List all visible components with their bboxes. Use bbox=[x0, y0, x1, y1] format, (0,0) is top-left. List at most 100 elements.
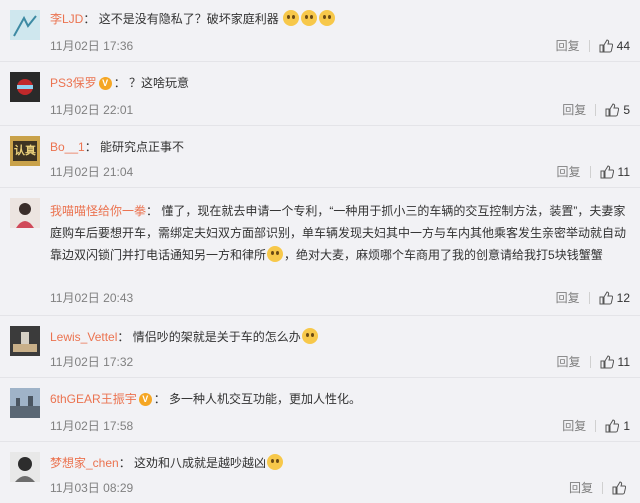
reply-button[interactable]: 回复 bbox=[556, 290, 580, 306]
like-count: 11 bbox=[617, 165, 630, 179]
comment-text: 情侣吵的架就是关于车的怎么办 bbox=[132, 330, 301, 344]
timestamp: 11月02日 17:32 bbox=[50, 355, 134, 369]
comment-item: 李LJD： 这不是没有隐私了？破坏家庭利器 11月02日 17:36 回复 44 bbox=[0, 0, 640, 62]
comment-text: 能研究点正事不 bbox=[100, 140, 185, 154]
timestamp: 11月02日 17:58 bbox=[50, 419, 134, 433]
reply-button[interactable]: 回复 bbox=[556, 38, 580, 54]
like-count: 1 bbox=[623, 419, 630, 433]
like-count: 5 bbox=[623, 103, 630, 117]
comment-text: 多一种人机交互功能，更加人性化。 bbox=[169, 392, 362, 406]
timestamp: 11月03日 08:29 bbox=[50, 481, 134, 495]
comment-meta: 11月03日 08:29 回复 bbox=[50, 480, 630, 496]
comment-item: PS3保罗 V： ？这啥玩意 11月02日 22:01 回复 5 bbox=[0, 62, 640, 126]
comment-body: Bo__1： 能研究点正事不 bbox=[50, 140, 185, 154]
username[interactable]: PS3保罗 bbox=[50, 76, 97, 90]
comment-body: PS3保罗 V： ？这啥玩意 bbox=[50, 76, 190, 91]
like-count: 44 bbox=[616, 39, 630, 53]
timestamp: 11月02日 20:43 bbox=[50, 291, 134, 305]
avatar[interactable] bbox=[10, 72, 40, 102]
emoji-icon bbox=[283, 10, 300, 26]
like-button[interactable]: 11 bbox=[600, 354, 630, 370]
like-button[interactable]: 11 bbox=[600, 164, 630, 180]
divider bbox=[595, 420, 597, 432]
comment-text: 这不是没有隐私了？破坏家庭利器 bbox=[98, 12, 279, 26]
like-button[interactable]: 12 bbox=[599, 290, 630, 306]
reply-button[interactable]: 回复 bbox=[562, 102, 586, 118]
comment-actions: 回复 bbox=[569, 480, 630, 496]
emoji-icon bbox=[319, 10, 336, 26]
emoji-icon bbox=[267, 246, 284, 262]
username[interactable]: 梦想家_chen bbox=[50, 456, 119, 470]
comment-actions: 回复 11 bbox=[557, 354, 630, 370]
emoji-icon bbox=[301, 10, 318, 26]
comment-actions: 回复 11 bbox=[557, 164, 630, 180]
username[interactable]: 6thGEAR王振宇 bbox=[50, 392, 137, 406]
like-button[interactable]: 44 bbox=[599, 38, 630, 54]
comment-list: 李LJD： 这不是没有隐私了？破坏家庭利器 11月02日 17:36 回复 44 bbox=[0, 0, 640, 503]
comment-actions: 回复 1 bbox=[562, 418, 630, 434]
timestamp: 11月02日 21:04 bbox=[50, 165, 134, 179]
comment-item: 6thGEAR王振宇 V： 多一种人机交互功能，更加人性化。 11月02日 17:… bbox=[0, 378, 640, 442]
reply-button[interactable]: 回复 bbox=[557, 354, 581, 370]
avatar[interactable] bbox=[10, 388, 40, 418]
avatar-text: 认真 bbox=[14, 145, 36, 157]
thumbs-up-icon bbox=[612, 481, 626, 495]
avatar[interactable]: 认真 bbox=[10, 136, 40, 166]
divider bbox=[589, 356, 591, 368]
comment-body: 李LJD： 这不是没有隐私了？破坏家庭利器 bbox=[50, 8, 630, 30]
divider bbox=[588, 292, 590, 304]
comment-item: 认真 Bo__1： 能研究点正事不 11月02日 21:04 回复 11 bbox=[0, 126, 640, 188]
username[interactable]: Bo__1 bbox=[50, 140, 85, 154]
like-button[interactable]: 1 bbox=[605, 418, 630, 434]
avatar[interactable] bbox=[10, 198, 40, 228]
comment-item: 我喵喵怪给你一拳： 懂了，现在就去申请一个专利，“一种用于抓小三的车辆的交互控制… bbox=[0, 188, 640, 316]
divider bbox=[595, 104, 597, 116]
emoji-icon bbox=[267, 454, 284, 470]
like-button[interactable]: 5 bbox=[605, 102, 630, 118]
divider bbox=[589, 166, 591, 178]
like-count: 11 bbox=[617, 355, 630, 369]
comment-meta: 11月02日 17:36 回复 44 bbox=[50, 38, 630, 54]
comment-body: 我喵喵怪给你一拳： 懂了，现在就去申请一个专利，“一种用于抓小三的车辆的交互控制… bbox=[50, 204, 627, 262]
comment-item: Lewis_Vettel： 情侣吵的架就是关于车的怎么办 11月02日 17:3… bbox=[0, 316, 640, 378]
timestamp: 11月02日 17:36 bbox=[50, 39, 134, 53]
thumbs-up-icon bbox=[605, 419, 620, 433]
comment-text: 这劝和八成就是越吵越凶 bbox=[134, 456, 267, 470]
thumbs-up-icon bbox=[600, 355, 614, 369]
thumbs-up-icon bbox=[600, 165, 614, 179]
comment-body: 梦想家_chen： 这劝和八成就是越吵越凶 bbox=[50, 452, 630, 474]
avatar[interactable] bbox=[10, 452, 40, 482]
timestamp: 11月02日 22:01 bbox=[50, 103, 134, 117]
thumbs-up-icon bbox=[599, 291, 613, 305]
comment-body: 6thGEAR王振宇 V： 多一种人机交互功能，更加人性化。 bbox=[50, 392, 362, 407]
vip-badge-icon: V bbox=[138, 393, 152, 407]
username[interactable]: 我喵喵怪给你一拳 bbox=[50, 204, 146, 218]
reply-button[interactable]: 回复 bbox=[562, 418, 586, 434]
avatar[interactable] bbox=[10, 326, 40, 356]
comment-text: ？这啥玩意 bbox=[129, 76, 190, 90]
comment-body: Lewis_Vettel： 情侣吵的架就是关于车的怎么办 bbox=[50, 326, 630, 348]
comment-meta: 11月02日 22:01 回复 5 bbox=[50, 102, 630, 118]
comment-meta: 11月02日 17:32 回复 11 bbox=[50, 354, 630, 370]
comment-meta: 11月02日 21:04 回复 11 bbox=[50, 164, 630, 180]
username[interactable]: 李LJD bbox=[50, 12, 83, 26]
like-button[interactable] bbox=[612, 481, 630, 495]
vip-badge-icon: V bbox=[98, 77, 112, 91]
reply-button[interactable]: 回复 bbox=[569, 480, 593, 496]
comment-item: 梦想家_chen： 这劝和八成就是越吵越凶 11月03日 08:29 回复 bbox=[0, 442, 640, 503]
comment-meta: 11月02日 20:43 回复 12 bbox=[50, 290, 630, 306]
divider bbox=[588, 40, 590, 52]
comment-text-continued: ，绝对大麦，麻烦哪个车商用了我的创意请给我打5块钱蟹蟹 bbox=[284, 248, 603, 262]
reply-button[interactable]: 回复 bbox=[557, 164, 581, 180]
thumbs-up-icon bbox=[605, 103, 620, 117]
comment-actions: 回复 12 bbox=[556, 290, 630, 306]
like-count: 12 bbox=[616, 291, 630, 305]
comment-actions: 回复 5 bbox=[562, 102, 630, 118]
avatar[interactable] bbox=[10, 10, 40, 40]
comment-actions: 回复 44 bbox=[556, 38, 630, 54]
thumbs-up-icon bbox=[599, 39, 613, 53]
divider bbox=[602, 482, 603, 494]
emoji-icon bbox=[301, 328, 318, 344]
comment-meta: 11月02日 17:58 回复 1 bbox=[50, 418, 630, 434]
username[interactable]: Lewis_Vettel bbox=[50, 330, 117, 344]
